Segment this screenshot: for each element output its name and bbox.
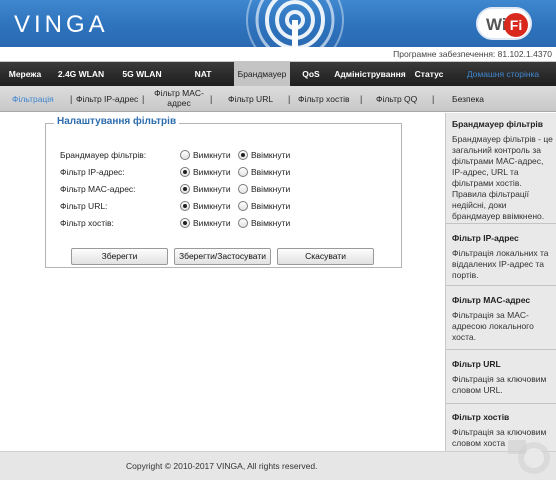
help-divider (446, 403, 556, 404)
main-content: Налаштування фільтрів Брандмауер фільтрі… (0, 113, 445, 451)
host-filter-off-radio[interactable] (180, 218, 190, 228)
firewall-off-radio[interactable] (180, 150, 190, 160)
row-url-filter: Фільтр URL: Вимкнути Ввімкнути (60, 200, 360, 214)
nav-status[interactable]: Статус (408, 62, 450, 86)
nav-home-page[interactable]: Домашня сторінка (450, 62, 556, 86)
row-label: Фільтр IP-адрес: (60, 167, 125, 177)
help-url-filter: Фільтр URL Фільтрація за ключовим словом… (452, 359, 554, 396)
ip-filter-off-radio[interactable] (180, 167, 190, 177)
filter-settings-title: Налаштування фільтрів (54, 116, 180, 127)
copyright-text: Copyright © 2010-2017 VINGA, All rights … (126, 461, 318, 471)
firmware-version: Програмне забезпечення: 81.102.1.4370 (393, 49, 552, 59)
nav-2-4g-wlan[interactable]: 2.4G WLAN (50, 62, 112, 86)
row-label: Фільтр MAC-адрес: (60, 184, 136, 194)
nav-5g-wlan[interactable]: 5G WLAN (112, 62, 172, 86)
row-ip-filter: Фільтр IP-адрес: Вимкнути Ввімкнути (60, 166, 360, 180)
wifi-logo: Wi Fi (476, 7, 532, 40)
subnav-url-filter[interactable]: Фільтр URL (228, 94, 273, 104)
footer: Copyright © 2010-2017 VINGA, All rights … (0, 440, 556, 480)
nav-qos[interactable]: QoS (290, 62, 332, 86)
vinga-logo: VINGA (14, 11, 109, 38)
nav-nat[interactable]: NAT (172, 62, 234, 86)
nav-firewall[interactable]: Брандмауер (234, 62, 290, 86)
help-firewall: Брандмауер фільтрів Брандмауер фільтрів … (452, 119, 554, 222)
off-label: Вимкнути (193, 218, 231, 228)
row-label: Фільтр хостів: (60, 218, 114, 228)
off-label: Вимкнути (193, 201, 231, 211)
subnav-filtering[interactable]: Фільтрація (12, 94, 54, 104)
mac-filter-off-radio[interactable] (180, 184, 190, 194)
host-filter-on-radio[interactable] (238, 218, 248, 228)
sub-nav: Фільтрація | Фільтр IP-адрес | Фільтр MA… (0, 86, 556, 112)
wireless-waves-icon (246, 0, 344, 47)
wifi-logo-fi: Fi (504, 13, 528, 37)
header-banner: VINGA Wi Fi (0, 0, 556, 47)
help-panel: Брандмауер фільтрів Брандмауер фільтрів … (445, 113, 556, 451)
help-title: Фільтр URL (452, 359, 501, 369)
firewall-on-radio[interactable] (238, 150, 248, 160)
url-filter-off-radio[interactable] (180, 201, 190, 211)
router-admin-page: VINGA Wi Fi Програмне забезпечення: 81.1… (0, 0, 556, 480)
on-label: Ввімкнути (251, 150, 291, 160)
on-label: Ввімкнути (251, 201, 291, 211)
nav-administration[interactable]: Адміністрування (332, 62, 408, 86)
help-text: Фільтрація за ключовим словом URL. (452, 374, 547, 395)
help-text: Брандмауер фільтрів - це загальний контр… (452, 134, 553, 221)
main-nav: Мережа 2.4G WLAN 5G WLAN NAT Брандмауер … (0, 62, 556, 86)
nav-network[interactable]: Мережа (0, 62, 50, 86)
subnav-qq-filter[interactable]: Фільтр QQ (376, 94, 417, 104)
help-ip-filter: Фільтр IP-адрес Фільтрація локальних та … (452, 233, 554, 281)
save-apply-button[interactable]: Зберегти/Застосувати (174, 248, 271, 265)
cancel-button[interactable]: Скасувати (277, 248, 374, 265)
firmware-bar: Програмне забезпечення: 81.102.1.4370 (0, 47, 556, 62)
help-title: Фільтр IP-адрес (452, 233, 519, 243)
row-firewall-filters: Брандмауер фільтрів: Вимкнути Ввімкнути (60, 149, 360, 163)
help-text: Фільтрація за MAC-адресою локального хос… (452, 310, 534, 342)
subnav-ip-filter[interactable]: Фільтр IP-адрес (76, 94, 138, 104)
row-mac-filter: Фільтр MAC-адрес: Вимкнути Ввімкнути (60, 183, 360, 197)
row-label: Фільтр URL: (60, 201, 108, 211)
row-host-filter: Фільтр хостів: Вимкнути Ввімкнути (60, 217, 360, 231)
help-mac-filter: Фільтр MAC-адрес Фільтрація за MAC-адрес… (452, 295, 554, 343)
help-divider (446, 349, 556, 350)
help-title: Брандмауер фільтрів (452, 119, 543, 129)
row-label: Брандмауер фільтрів: (60, 150, 147, 160)
help-divider (446, 285, 556, 286)
ip-filter-on-radio[interactable] (238, 167, 248, 177)
help-title: Фільтр MAC-адрес (452, 295, 531, 305)
site-watermark-icon (508, 440, 550, 474)
off-label: Вимкнути (193, 167, 231, 177)
help-text: Фільтрація локальних та віддалених IP-ад… (452, 248, 549, 280)
on-label: Ввімкнути (251, 218, 291, 228)
off-label: Вимкнути (193, 150, 231, 160)
on-label: Ввімкнути (251, 167, 291, 177)
on-label: Ввімкнути (251, 184, 291, 194)
help-divider (446, 223, 556, 224)
off-label: Вимкнути (193, 184, 231, 194)
subnav-security[interactable]: Безпека (452, 94, 484, 104)
mac-filter-on-radio[interactable] (238, 184, 248, 194)
subnav-host-filter[interactable]: Фільтр хостів (298, 94, 350, 104)
save-button[interactable]: Зберегти (71, 248, 168, 265)
url-filter-on-radio[interactable] (238, 201, 248, 211)
subnav-mac-filter[interactable]: Фільтр MAC-адрес (152, 88, 206, 108)
